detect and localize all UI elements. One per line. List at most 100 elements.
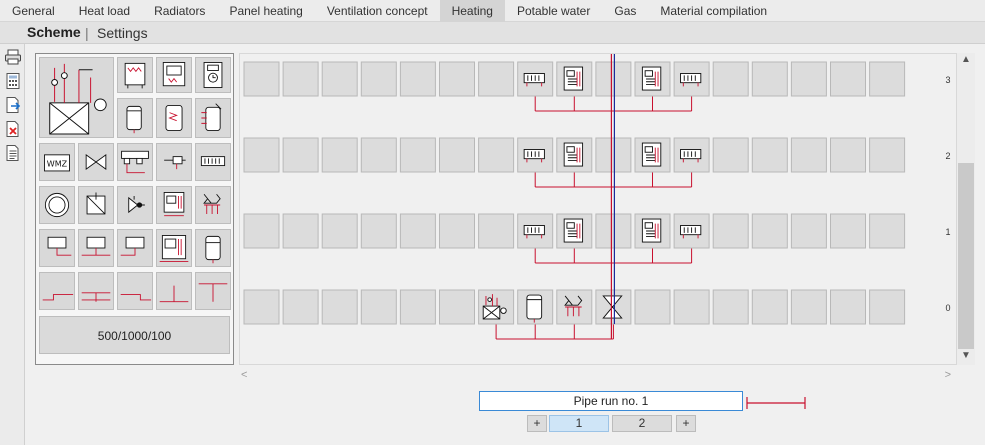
scheme-cell[interactable] <box>321 213 358 249</box>
scheme-cell[interactable] <box>399 61 436 97</box>
scheme-cell[interactable] <box>360 213 397 249</box>
scheme-storage-tank-icon[interactable] <box>517 289 554 325</box>
scheme-cell[interactable] <box>282 61 319 97</box>
scheme-boiler-icon[interactable] <box>634 61 671 97</box>
scroll-right-button[interactable]: > <box>945 369 951 381</box>
scheme-cell[interactable] <box>243 61 280 97</box>
export-icon[interactable] <box>4 96 22 114</box>
storage-tank-coil-icon[interactable] <box>156 98 192 138</box>
scheme-cell[interactable] <box>790 61 827 97</box>
radiator-left-icon[interactable] <box>39 229 75 267</box>
scheme-cell[interactable] <box>712 61 749 97</box>
vertical-scrollbar[interactable]: ▲ ▼ <box>957 53 975 365</box>
tab-radiators[interactable]: Radiators <box>142 0 217 22</box>
pump-valve-icon[interactable] <box>156 143 192 181</box>
scheme-cell[interactable] <box>478 213 515 249</box>
scheme-cell[interactable] <box>830 61 866 97</box>
scroll-down-button[interactable]: ▼ <box>957 349 975 363</box>
scheme-boiler-icon[interactable] <box>634 137 671 173</box>
calculator-icon[interactable] <box>4 72 22 90</box>
settings-tab[interactable]: Settings <box>97 25 148 41</box>
scheme-cell[interactable] <box>712 289 749 325</box>
scheme-radiator-icon[interactable] <box>517 137 554 173</box>
scheme-cell[interactable] <box>478 137 515 173</box>
scheme-cell[interactable] <box>439 61 475 97</box>
scheme-radiator-icon[interactable] <box>673 137 710 173</box>
boiler-pump-icon[interactable] <box>156 186 192 224</box>
scheme-cell[interactable] <box>790 213 827 249</box>
scheme-cell[interactable] <box>321 61 358 97</box>
scheme-cell[interactable] <box>751 213 788 249</box>
scroll-left-button[interactable]: < <box>241 369 247 381</box>
tab-general[interactable]: General <box>0 0 67 22</box>
scheme-cell[interactable] <box>439 213 475 249</box>
scheme-boiler-icon[interactable] <box>634 213 671 249</box>
scheme-grid[interactable]: 3 2 1 0 <box>240 54 958 366</box>
floor-boiler-icon[interactable] <box>156 229 192 267</box>
vertical-scroll-thumb[interactable] <box>958 163 974 349</box>
scheme-cell[interactable] <box>399 137 436 173</box>
scheme-radiator-icon[interactable] <box>517 61 554 97</box>
add-right-button[interactable]: + <box>676 415 696 432</box>
scheme-valve-icon[interactable] <box>595 289 632 325</box>
page-1-button[interactable]: 1 <box>549 415 609 432</box>
scheme-cell[interactable] <box>321 289 358 325</box>
scheme-cell[interactable] <box>282 137 319 173</box>
manifold-icon[interactable] <box>195 186 231 224</box>
scheme-cell[interactable] <box>282 289 319 325</box>
scheme-canvas[interactable]: 3 2 1 0 <box>239 53 957 365</box>
radiator-right-icon[interactable] <box>117 229 153 267</box>
scheme-cell[interactable] <box>673 289 710 325</box>
tab-potable-water[interactable]: Potable water <box>505 0 602 22</box>
scheme-heat-generator-icon[interactable] <box>478 289 515 325</box>
scheme-cell[interactable] <box>243 137 280 173</box>
scheme-manifold-icon[interactable] <box>556 289 593 325</box>
document-icon[interactable] <box>4 144 22 162</box>
scheme-cell[interactable] <box>830 213 866 249</box>
scheme-cell[interactable] <box>869 289 906 325</box>
scheme-cell[interactable] <box>830 289 866 325</box>
tab-gas[interactable]: Gas <box>602 0 648 22</box>
scheme-radiator-icon[interactable] <box>673 213 710 249</box>
scheme-cell[interactable] <box>634 289 671 325</box>
scheme-cell[interactable] <box>243 289 280 325</box>
scheme-cell[interactable] <box>595 213 632 249</box>
tab-ventilation-concept[interactable]: Ventilation concept <box>315 0 440 22</box>
scheme-boiler-icon[interactable] <box>556 213 593 249</box>
scheme-cell[interactable] <box>360 137 397 173</box>
scheme-cell[interactable] <box>751 61 788 97</box>
tab-panel-heating[interactable]: Panel heating <box>217 0 314 22</box>
scheme-radiator-icon[interactable] <box>673 61 710 97</box>
tee-up-icon[interactable] <box>156 272 192 310</box>
radiator-center-icon[interactable] <box>78 229 114 267</box>
scheme-cell[interactable] <box>282 213 319 249</box>
scheme-cell[interactable] <box>869 213 906 249</box>
boiler-wall-icon[interactable] <box>117 57 153 93</box>
storage-tank-icon[interactable] <box>117 98 153 138</box>
scheme-tab[interactable]: Scheme <box>27 24 81 40</box>
three-way-valve-icon[interactable] <box>117 186 153 224</box>
scheme-cell[interactable] <box>399 213 436 249</box>
tee-down-icon[interactable] <box>195 272 231 310</box>
scheme-cell[interactable] <box>439 137 475 173</box>
scheme-cell[interactable] <box>712 213 749 249</box>
scheme-cell[interactable] <box>595 137 632 173</box>
circular-tank-icon[interactable] <box>39 186 75 224</box>
scheme-cell[interactable] <box>360 289 397 325</box>
page-2-button[interactable]: 2 <box>612 415 672 432</box>
scheme-radiator-icon[interactable] <box>517 213 554 249</box>
scheme-cell[interactable] <box>712 137 749 173</box>
dimensions-button[interactable]: 500/1000/100 <box>39 316 230 354</box>
pipe-run-field[interactable]: Pipe run no. 1 <box>479 391 743 411</box>
scheme-boiler-icon[interactable] <box>556 137 593 173</box>
scheme-boiler-icon[interactable] <box>556 61 593 97</box>
radiator-valve-icon[interactable] <box>195 143 231 181</box>
tab-heat-load[interactable]: Heat load <box>67 0 142 22</box>
scheme-cell[interactable] <box>751 137 788 173</box>
scheme-cell[interactable] <box>478 61 515 97</box>
horizontal-scrollbar[interactable]: < > <box>239 369 957 385</box>
scheme-cell[interactable] <box>869 61 906 97</box>
heat-generator-schematic-icon[interactable] <box>39 57 114 138</box>
tab-heating[interactable]: Heating <box>439 0 505 22</box>
distributor-icon[interactable] <box>117 143 153 181</box>
